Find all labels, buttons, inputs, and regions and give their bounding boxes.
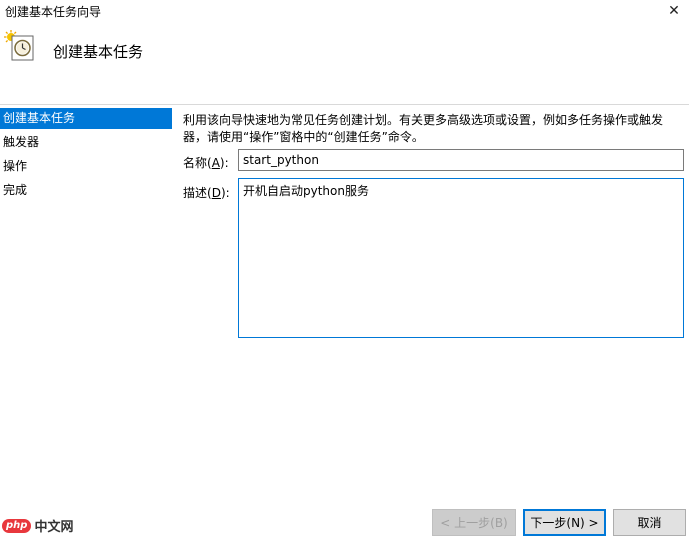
header-divider bbox=[0, 104, 689, 105]
watermark-site-text: 中文网 bbox=[34, 520, 74, 535]
wizard-description: 利用该向导快速地为常见任务创建计划。有关更多高级选项或设置，例如多任务操作或触发… bbox=[183, 113, 664, 144]
watermark-logo: php 中文网 bbox=[2, 516, 73, 535]
watermark-php-badge: php bbox=[2, 518, 32, 533]
description-textarea[interactable]: 开机自启动python服务 bbox=[238, 178, 684, 338]
window-title: 创建基本任务向导 bbox=[5, 5, 102, 19]
wizard-nav: 创建基本任务 触发器 操作 完成 bbox=[0, 108, 172, 204]
nav-item-trigger[interactable]: 触发器 bbox=[0, 132, 172, 156]
close-button[interactable]: ✕ bbox=[659, 0, 689, 22]
clock-task-icon bbox=[3, 30, 35, 62]
next-button[interactable]: 下一步(N) > bbox=[523, 509, 606, 536]
name-input[interactable] bbox=[238, 149, 684, 171]
nav-item-create-basic-task[interactable]: 创建基本任务 bbox=[0, 108, 172, 129]
nav-item-action[interactable]: 操作 bbox=[0, 156, 172, 180]
wizard-header: 创建基本任务 bbox=[0, 22, 689, 104]
wizard-window: 创建基本任务向导 ✕ 创建基本任务 创建基本任务 触发器 操作 完成 利用该向导… bbox=[0, 0, 689, 537]
description-label: 描述(D): bbox=[183, 186, 230, 200]
nav-item-finish[interactable]: 完成 bbox=[0, 180, 172, 204]
cancel-button[interactable]: 取消 bbox=[613, 509, 686, 536]
name-label: 名称(A): bbox=[183, 156, 229, 170]
title-bar: 创建基本任务向导 ✕ bbox=[0, 0, 689, 22]
page-title: 创建基本任务 bbox=[53, 43, 144, 61]
close-icon: ✕ bbox=[668, 3, 680, 19]
back-button[interactable]: < 上一步(B) bbox=[432, 509, 516, 536]
